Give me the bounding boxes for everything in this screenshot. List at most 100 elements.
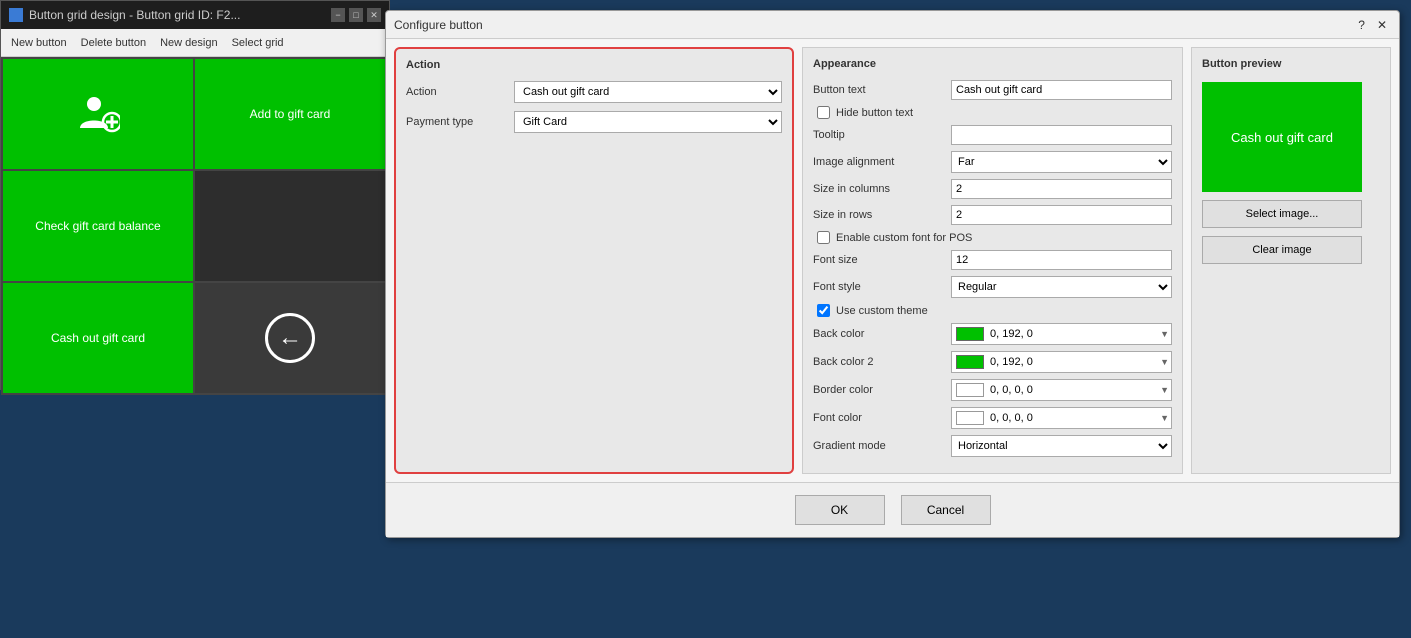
- person-plus-icon: [76, 92, 120, 136]
- tooltip-label: Tooltip: [813, 129, 943, 141]
- dialog-titlebar: Configure button ? ✕: [386, 11, 1399, 39]
- grid-cell-2[interactable]: Check gift card balance: [3, 171, 193, 281]
- gradient-mode-select[interactable]: Horizontal Vertical None: [951, 435, 1172, 457]
- hide-button-text-row: Hide button text: [813, 106, 1172, 119]
- size-rows-input[interactable]: [951, 205, 1172, 225]
- border-color-row: Border color 0, 0, 0, 0 ▼: [813, 379, 1172, 401]
- size-columns-input[interactable]: [951, 179, 1172, 199]
- font-style-label: Font style: [813, 281, 943, 293]
- back-color-label: Back color: [813, 328, 943, 340]
- font-color-arrow-icon: ▼: [1160, 413, 1169, 423]
- grid-cell-label: Cash out gift card: [51, 331, 145, 345]
- configure-dialog: Configure button ? ✕ Action Action Cash …: [385, 10, 1400, 538]
- image-alignment-select[interactable]: Far Near Center: [951, 151, 1172, 173]
- custom-font-row: Enable custom font for POS: [813, 231, 1172, 244]
- gradient-mode-row: Gradient mode Horizontal Vertical None: [813, 435, 1172, 457]
- grid-cell-3[interactable]: [195, 171, 385, 281]
- font-size-label: Font size: [813, 254, 943, 266]
- payment-type-field-row: Payment type Gift Card: [406, 111, 782, 133]
- button-text-row: Button text: [813, 80, 1172, 100]
- image-alignment-row: Image alignment Far Near Center: [813, 151, 1172, 173]
- minimize-button[interactable]: −: [331, 8, 345, 22]
- cancel-button[interactable]: Cancel: [901, 495, 991, 525]
- back-color2-field[interactable]: 0, 192, 0 ▼: [951, 351, 1172, 373]
- custom-theme-row: Use custom theme: [813, 304, 1172, 317]
- back-color2-label: Back color 2: [813, 356, 943, 368]
- back-color2-arrow-icon: ▼: [1160, 357, 1169, 367]
- payment-type-select[interactable]: Gift Card: [514, 111, 782, 133]
- border-color-text: 0, 0, 0, 0: [990, 384, 1167, 396]
- grid-cell-5[interactable]: ←: [195, 283, 385, 393]
- hide-button-text-label: Hide button text: [836, 107, 913, 119]
- grid-cell-0[interactable]: [3, 59, 193, 169]
- tooltip-row: Tooltip: [813, 125, 1172, 145]
- size-columns-label: Size in columns: [813, 183, 943, 195]
- font-color-text: 0, 0, 0, 0: [990, 412, 1167, 424]
- font-color-swatch: [956, 411, 984, 425]
- font-color-field[interactable]: 0, 0, 0, 0 ▼: [951, 407, 1172, 429]
- custom-font-label: Enable custom font for POS: [836, 232, 972, 244]
- maximize-button[interactable]: □: [349, 8, 363, 22]
- bg-window-title: Button grid design - Button grid ID: F2.…: [29, 8, 240, 22]
- font-size-input[interactable]: [951, 250, 1172, 270]
- bg-window-titlebar: Button grid design - Button grid ID: F2.…: [1, 1, 389, 29]
- new-button-btn[interactable]: New button: [5, 35, 73, 51]
- preview-title: Button preview: [1202, 58, 1380, 70]
- size-rows-label: Size in rows: [813, 209, 943, 221]
- font-size-row: Font size: [813, 250, 1172, 270]
- grid-cell-4[interactable]: Cash out gift card: [3, 283, 193, 393]
- custom-theme-label: Use custom theme: [836, 305, 928, 317]
- configure-panel-title: Action: [406, 59, 782, 71]
- dialog-panels: Action Action Cash out gift card Payment…: [386, 39, 1399, 482]
- back-color2-swatch: [956, 355, 984, 369]
- action-field-row: Action Cash out gift card: [406, 81, 782, 103]
- grid-cell-1[interactable]: Add to gift card: [195, 59, 385, 169]
- size-columns-row: Size in columns: [813, 179, 1172, 199]
- border-color-field[interactable]: 0, 0, 0, 0 ▼: [951, 379, 1172, 401]
- dialog-title: Configure button: [394, 18, 483, 32]
- grid-cell-label: Check gift card balance: [35, 219, 160, 233]
- delete-button-btn[interactable]: Delete button: [75, 35, 152, 51]
- payment-type-label: Payment type: [406, 116, 506, 128]
- select-image-button[interactable]: Select image...: [1202, 200, 1362, 228]
- appearance-title: Appearance: [813, 58, 1172, 70]
- back-color-arrow-icon: ▼: [1160, 329, 1169, 339]
- custom-font-checkbox[interactable]: [817, 231, 830, 244]
- gradient-mode-label: Gradient mode: [813, 440, 943, 452]
- custom-theme-checkbox[interactable]: [817, 304, 830, 317]
- font-style-row: Font style Regular Bold Italic Bold Ital…: [813, 276, 1172, 298]
- dialog-footer: OK Cancel: [386, 482, 1399, 537]
- image-alignment-label: Image alignment: [813, 156, 943, 168]
- hide-button-text-checkbox[interactable]: [817, 106, 830, 119]
- back-color-text: 0, 192, 0: [990, 328, 1167, 340]
- clear-image-button[interactable]: Clear image: [1202, 236, 1362, 264]
- help-icon[interactable]: ?: [1354, 18, 1369, 32]
- back-color-field[interactable]: 0, 192, 0 ▼: [951, 323, 1172, 345]
- new-design-btn[interactable]: New design: [154, 35, 223, 51]
- back-color-swatch: [956, 327, 984, 341]
- border-color-arrow-icon: ▼: [1160, 385, 1169, 395]
- close-button[interactable]: ✕: [367, 8, 381, 22]
- bg-window: Button grid design - Button grid ID: F2.…: [0, 0, 390, 390]
- grid-cell-label: Add to gift card: [250, 107, 331, 121]
- action-label: Action: [406, 86, 506, 98]
- button-grid: Add to gift card Check gift card balance…: [1, 57, 389, 395]
- font-style-select[interactable]: Regular Bold Italic Bold Italic: [951, 276, 1172, 298]
- tooltip-input[interactable]: [951, 125, 1172, 145]
- back-color-row: Back color 0, 192, 0 ▼: [813, 323, 1172, 345]
- back-color2-text: 0, 192, 0: [990, 356, 1167, 368]
- border-color-swatch: [956, 383, 984, 397]
- select-grid-btn[interactable]: Select grid: [226, 35, 290, 51]
- dialog-close-icon[interactable]: ✕: [1373, 18, 1391, 32]
- button-text-input[interactable]: [951, 80, 1172, 100]
- configure-panel: Action Action Cash out gift card Payment…: [394, 47, 794, 474]
- appearance-panel: Appearance Button text Hide button text …: [802, 47, 1183, 474]
- dialog-content: Action Action Cash out gift card Payment…: [386, 39, 1399, 537]
- preview-panel: Button preview Cash out gift card Select…: [1191, 47, 1391, 474]
- border-color-label: Border color: [813, 384, 943, 396]
- action-select[interactable]: Cash out gift card: [514, 81, 782, 103]
- button-text-label: Button text: [813, 84, 943, 96]
- ok-button[interactable]: OK: [795, 495, 885, 525]
- preview-button[interactable]: Cash out gift card: [1202, 82, 1362, 192]
- font-color-row: Font color 0, 0, 0, 0 ▼: [813, 407, 1172, 429]
